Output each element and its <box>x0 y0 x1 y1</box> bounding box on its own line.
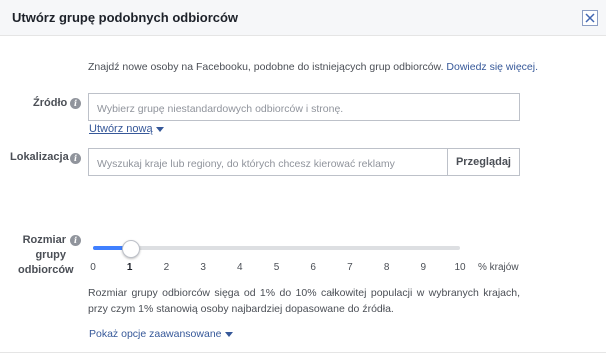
slider-tick-8: 8 <box>383 262 390 273</box>
create-new-label: Utwórz nową <box>89 123 153 135</box>
advanced-options-label: Pokaż opcje zaawansowane <box>89 328 222 340</box>
slider-tick-1: 1 <box>126 262 133 273</box>
create-lookalike-dialog: Utwórz grupę podobnych odbiorców Znajdź … <box>0 0 606 364</box>
slider-tick-5: 5 <box>273 262 280 273</box>
slider-tick-6: 6 <box>310 262 316 273</box>
slider-tick-4: 4 <box>237 262 243 273</box>
location-placeholder: Wyszukaj kraje lub regiony, do których c… <box>97 158 395 170</box>
audience-size-label-line3: odbiorców <box>18 264 74 276</box>
audience-size-label-line2: grupy <box>35 249 66 261</box>
source-input[interactable]: Wybierz grupę niestandardowych odbiorców… <box>88 93 520 121</box>
slider-unit: % krajów <box>478 262 519 273</box>
source-placeholder: Wybierz grupę niestandardowych odbiorców… <box>97 103 344 115</box>
info-icon[interactable]: i <box>70 98 81 109</box>
source-label: Źródło <box>33 97 68 109</box>
slider-tick-2: 2 <box>163 262 170 273</box>
slider-tick-7: 7 <box>347 262 353 273</box>
close-icon <box>585 13 595 23</box>
slider-handle[interactable] <box>121 240 140 258</box>
slider-tick-9: 9 <box>420 262 427 273</box>
intro-description: Znajdź nowe osoby na Facebooku, podobne … <box>88 61 444 73</box>
audience-size-description: Rozmiar grupy odbiorców sięga od 1% do 1… <box>88 287 520 315</box>
audience-size-slider[interactable] <box>93 246 460 250</box>
close-button[interactable] <box>582 10 598 26</box>
info-icon[interactable]: i <box>70 235 81 246</box>
location-label: Lokalizacja <box>10 151 69 163</box>
audience-size-label: Rozmiar grupy odbiorców <box>18 233 74 278</box>
slider-tick-3: 3 <box>200 262 206 273</box>
dialog-title: Utwórz grupę podobnych odbiorców <box>12 10 239 25</box>
slider-tick-10: 10 <box>454 262 466 273</box>
chevron-down-icon <box>224 331 233 337</box>
intro-text: Znajdź nowe osoby na Facebooku, podobne … <box>88 61 538 73</box>
chevron-down-icon <box>155 126 164 132</box>
dialog-header: Utwórz grupę podobnych odbiorców <box>0 0 606 36</box>
location-search-input[interactable]: Wyszukaj kraje lub regiony, do których c… <box>88 148 520 176</box>
learn-more-link[interactable]: Dowiedz się więcej. <box>446 61 538 73</box>
create-new-link[interactable]: Utwórz nową <box>89 123 164 135</box>
info-icon[interactable]: i <box>70 153 81 164</box>
divider <box>0 352 606 353</box>
browse-button[interactable]: Przeglądaj <box>446 149 519 175</box>
audience-size-label-line1: Rozmiar <box>22 234 66 246</box>
show-advanced-options-link[interactable]: Pokaż opcje zaawansowane <box>89 328 233 340</box>
slider-tick-0: 0 <box>90 262 96 273</box>
